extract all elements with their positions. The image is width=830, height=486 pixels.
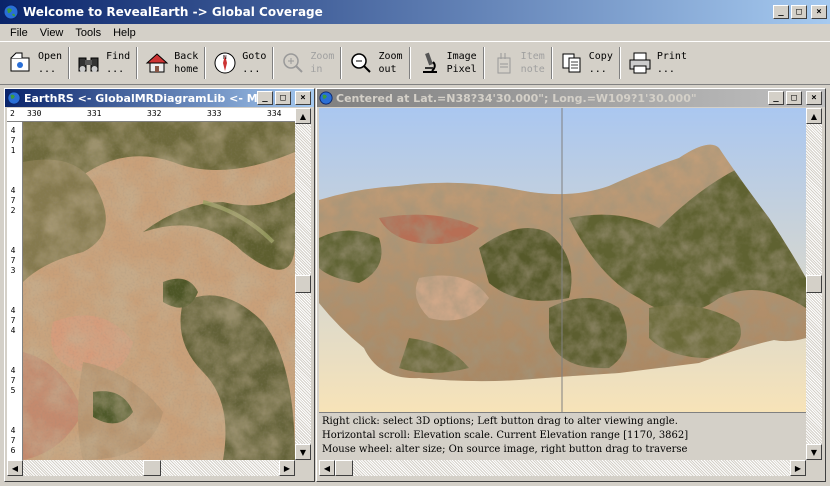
maximize-button[interactable]: □ [791, 5, 807, 19]
info-line: Horizontal scroll: Elevation scale. Curr… [322, 430, 689, 441]
globe-icon [319, 91, 333, 105]
maximize-button[interactable]: □ [275, 91, 291, 105]
horizontal-ruler: 2 330 331 332 333 334 [7, 108, 295, 122]
right-window-title-bar[interactable]: Centered at Lat.=N38?34'30.000"; Long.=W… [317, 89, 825, 107]
toolbar-separator [550, 47, 553, 79]
menu-help[interactable]: Help [107, 27, 142, 39]
menu-view[interactable]: View [34, 27, 70, 39]
compass-icon: N [214, 52, 236, 74]
microscope-icon [422, 52, 437, 73]
image-pixel-button[interactable]: Image Pixel [413, 44, 481, 82]
toolbar-separator [136, 47, 139, 79]
left-window-title-bar[interactable]: EarthRS <- GlobalMRDiagramLib <- Mi... _… [5, 89, 314, 107]
menu-bar: File View Tools Help [0, 24, 830, 41]
close-button[interactable]: × [295, 91, 311, 105]
scroll-left-arrow[interactable]: ◀ [319, 460, 335, 476]
scroll-down-arrow[interactable]: ▼ [806, 444, 822, 460]
copy-icon [562, 53, 581, 73]
ruler-y-label: 4 7 3 [10, 246, 16, 275]
vertical-scroll-thumb[interactable] [806, 275, 822, 293]
ruler-x-label: 334 [267, 109, 282, 118]
ruler-x-label: 333 [207, 109, 222, 118]
toolbar-separator [482, 47, 485, 79]
vertical-scroll-thumb[interactable] [295, 275, 311, 293]
ruler-y-label: 4 7 1 [10, 126, 16, 155]
goto-button[interactable]: N Goto ... [208, 44, 270, 82]
toolbar-separator [68, 47, 71, 79]
copy-button[interactable]: Copy ... [555, 44, 617, 82]
ruler-x-label: 330 [27, 109, 42, 118]
zoom-out-icon [351, 53, 372, 73]
close-button[interactable]: × [811, 5, 827, 19]
scroll-down-arrow[interactable]: ▼ [295, 444, 311, 460]
ruler-x-label: 331 [87, 109, 102, 118]
app-title-bar[interactable]: Welcome to RevealEarth -> Global Coverag… [0, 0, 830, 24]
ruler-corner-label: 2 [10, 109, 15, 118]
ruler-y-label: 4 7 4 [10, 306, 16, 335]
minimize-button[interactable]: _ [257, 91, 273, 105]
right-window-title: Centered at Lat.=N38?34'30.000"; Long.=W… [336, 91, 697, 105]
back-home-button[interactable]: Back home [140, 44, 202, 82]
ruler-y-label: 4 7 5 [10, 366, 16, 395]
minimize-button[interactable]: _ [768, 91, 784, 105]
close-button[interactable]: × [806, 91, 822, 105]
3d-terrain-view[interactable] [319, 108, 806, 412]
vertical-ruler: 4 7 1 4 7 2 4 7 3 4 7 4 4 7 5 4 7 6 [7, 122, 23, 460]
zoom-in-icon [283, 53, 304, 73]
svg-text:N: N [223, 55, 227, 61]
toolbar-separator [272, 47, 275, 79]
satellite-image[interactable] [23, 122, 295, 460]
scroll-left-arrow[interactable]: ◀ [7, 460, 23, 476]
maximize-button[interactable]: □ [786, 91, 802, 105]
note-icon [497, 53, 511, 74]
toolbar: Open ... Find ... Back home N Goto ... Z… [0, 41, 830, 85]
print-button[interactable]: Print ... [623, 44, 691, 82]
open-button[interactable]: Open ... [4, 44, 66, 82]
horizontal-scroll-thumb[interactable] [335, 460, 353, 476]
zoom-out-button[interactable]: Zoom out [344, 44, 406, 82]
globe-icon [3, 4, 19, 20]
info-panel: Right click: select 3D options; Left but… [319, 412, 806, 460]
left-image-window: EarthRS <- GlobalMRDiagramLib <- Mi... _… [4, 88, 315, 482]
info-line: Mouse wheel: alter size; On source image… [322, 444, 688, 455]
menu-file[interactable]: File [4, 27, 34, 39]
minimize-button[interactable]: _ [773, 5, 789, 19]
right-3d-window: Centered at Lat.=N38?34'30.000"; Long.=W… [316, 88, 826, 482]
globe-icon [7, 91, 21, 105]
menu-tools[interactable]: Tools [69, 27, 107, 39]
info-line: Right click: select 3D options; Left but… [322, 416, 678, 427]
toolbar-separator [408, 47, 411, 79]
home-icon [145, 53, 169, 73]
left-window-title: EarthRS <- GlobalMRDiagramLib <- Mi... [24, 91, 257, 105]
binoculars-icon [78, 57, 99, 72]
app-title: Welcome to RevealEarth -> Global Coverag… [23, 5, 323, 19]
horizontal-scroll-thumb[interactable] [143, 460, 161, 476]
ruler-x-label: 332 [147, 109, 162, 118]
scroll-right-arrow[interactable]: ▶ [790, 460, 806, 476]
item-note-button[interactable]: Item note [487, 44, 549, 82]
find-button[interactable]: Find ... [72, 44, 134, 82]
toolbar-separator [618, 47, 621, 79]
toolbar-separator [340, 47, 343, 79]
open-icon [10, 52, 30, 72]
ruler-y-label: 4 7 2 [10, 186, 16, 215]
horizontal-scrollbar[interactable] [319, 460, 806, 476]
toolbar-separator [204, 47, 207, 79]
printer-icon [629, 52, 651, 74]
ruler-y-label: 4 7 6 [10, 426, 16, 455]
zoom-in-button[interactable]: Zoom in [276, 44, 338, 82]
scroll-up-arrow[interactable]: ▲ [295, 108, 311, 124]
scroll-right-arrow[interactable]: ▶ [279, 460, 295, 476]
scroll-up-arrow[interactable]: ▲ [806, 108, 822, 124]
